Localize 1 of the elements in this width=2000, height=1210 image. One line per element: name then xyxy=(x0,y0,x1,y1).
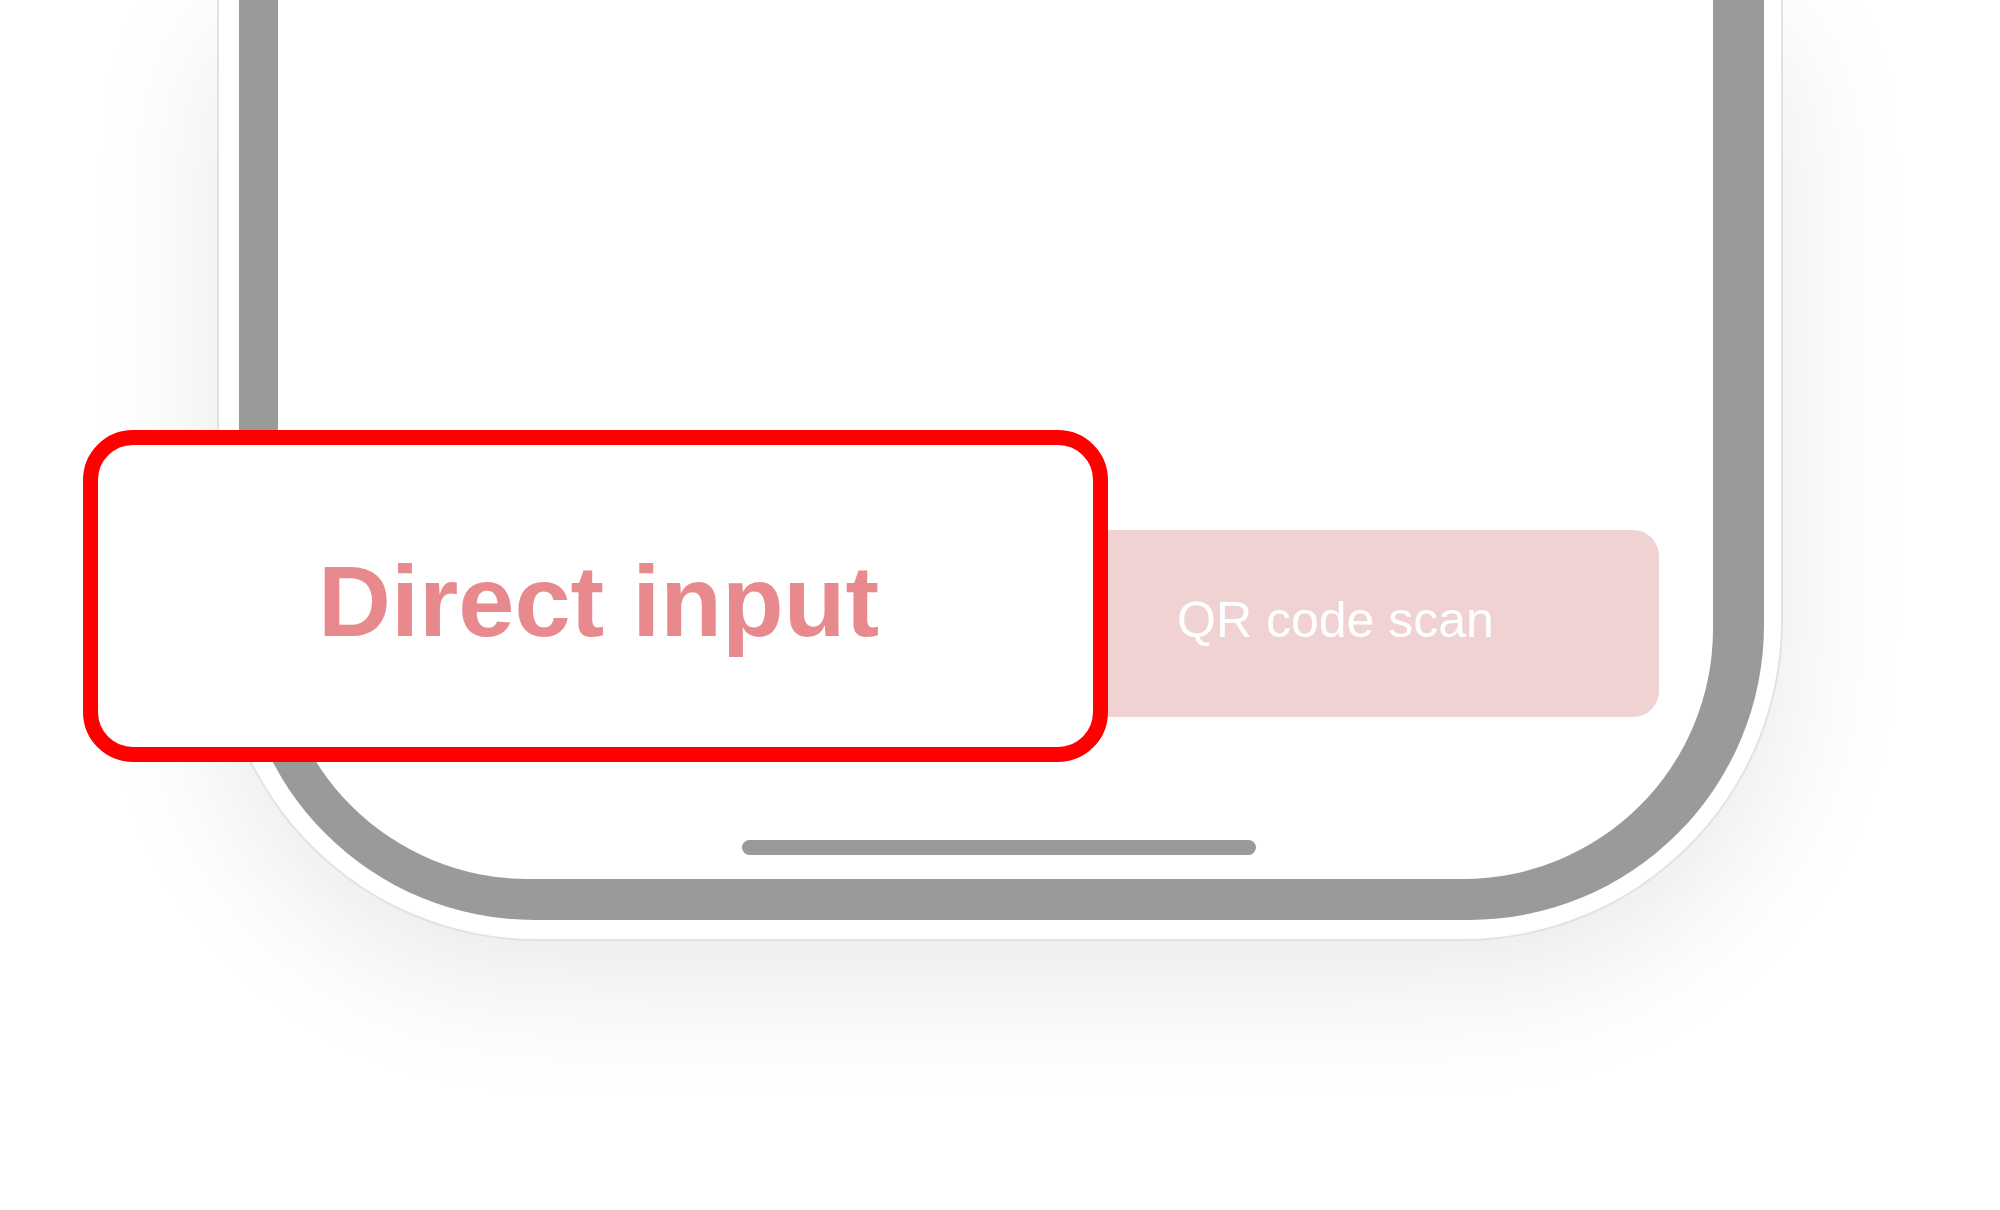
highlighted-button[interactable]: Direct input xyxy=(83,430,1108,762)
